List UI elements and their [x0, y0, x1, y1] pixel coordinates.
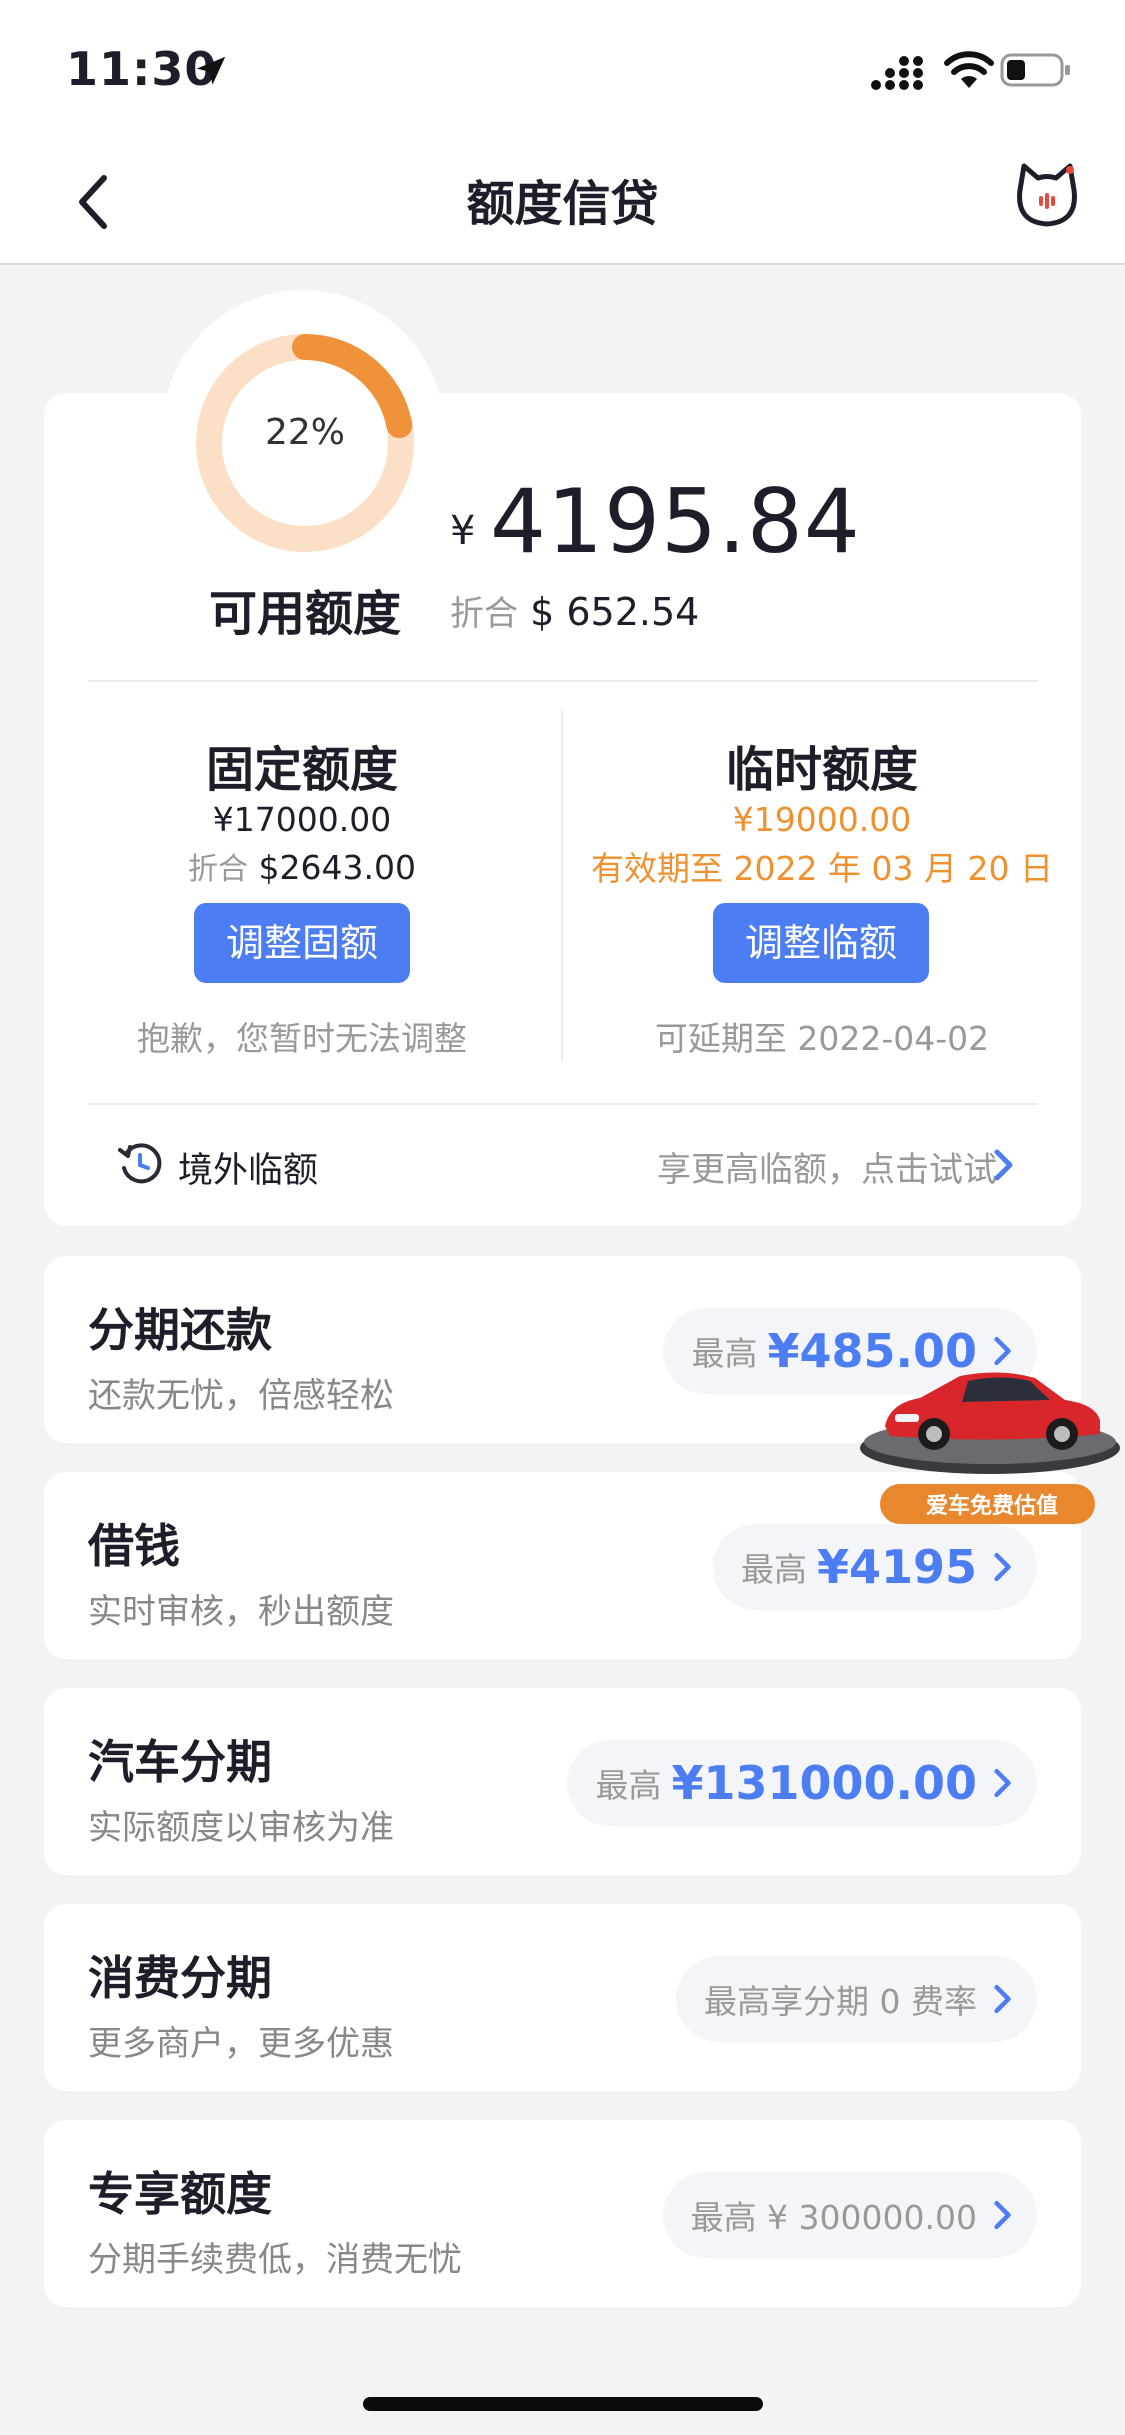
chevron-right-icon	[994, 1552, 1011, 1582]
pill-value: ¥4195	[816, 1540, 977, 1594]
available-approx: 折合 $ 652.54	[450, 586, 699, 635]
mascot-assistant-icon[interactable]	[1012, 160, 1082, 230]
status-bar: 11:30	[0, 0, 1125, 140]
product-row-exclusive-quota[interactable]: 专享额度 分期手续费低，消费无忧 最高 ¥ 300000.00	[44, 2120, 1081, 2307]
currency-symbol: ¥	[450, 508, 476, 554]
row-title: 汽车分期	[88, 1735, 272, 1789]
fixed-quota-approx: 折合 $2643.00	[62, 844, 542, 888]
row-subtitle: 实时审核，秒出额度	[88, 1592, 394, 1632]
chevron-right-icon	[994, 2200, 1011, 2230]
row-title: 专享额度	[88, 2167, 272, 2221]
temp-quota-validity: 有效期至 2022 年 03 月 20 日	[591, 849, 1053, 888]
overseas-clock-icon	[118, 1143, 162, 1184]
available-credit-label: 可用额度	[208, 586, 401, 642]
fixed-quota-title: 固定额度	[205, 742, 398, 798]
temp-quota-amount: ¥19000.00	[732, 800, 912, 839]
row-subtitle: 还款无忧，倍感轻松	[88, 1376, 394, 1416]
usage-percent: 22%	[264, 412, 345, 453]
row-title: 借钱	[88, 1519, 180, 1573]
limit-pill[interactable]: 最高 ¥131000.00	[567, 1740, 1037, 1826]
row-title: 分期还款	[88, 1303, 272, 1357]
divider	[88, 680, 1038, 682]
row-subtitle: 实际额度以审核为准	[88, 1808, 394, 1848]
cellular-signal-icon	[871, 56, 923, 90]
available-amount: 4195.84	[490, 470, 861, 573]
battery-icon	[1000, 53, 1070, 87]
fixed-quota-amount: ¥17000.00	[212, 800, 392, 839]
approx-usd: $ 652.54	[530, 590, 700, 634]
adjust-temp-button[interactable]: 调整临额	[713, 903, 929, 983]
limit-pill[interactable]: 最高享分期 0 费率	[676, 1956, 1037, 2042]
limit-pill[interactable]: 最高 ¥ 300000.00	[662, 2172, 1037, 2258]
temp-quota-note: 可延期至 2022-04-02	[654, 1019, 990, 1058]
chevron-right-icon	[994, 1984, 1011, 2014]
adjust-fixed-button[interactable]: 调整固额	[194, 903, 410, 983]
car-valuation-label[interactable]: 爱车免费估值	[895, 1488, 1089, 1520]
row-title: 消费分期	[88, 1951, 272, 2005]
row-subtitle: 更多商户，更多优惠	[88, 2024, 394, 2064]
overseas-quota-label[interactable]: 境外临额	[178, 1142, 318, 1193]
pill-text: 最高享分期 0 费率	[704, 1982, 977, 2021]
home-indicator[interactable]	[363, 2397, 763, 2411]
overseas-quota-hint[interactable]: 享更高临额，点击试试	[657, 1142, 997, 1191]
approx-prefix: 折合	[450, 594, 518, 634]
limit-pill[interactable]: 最高 ¥4195	[712, 1524, 1037, 1610]
location-arrow-icon	[196, 56, 226, 85]
column-divider	[561, 710, 563, 1060]
chevron-right-icon[interactable]	[993, 1148, 1015, 1182]
wifi-icon	[944, 51, 994, 88]
pill-value: ¥131000.00	[671, 1756, 977, 1810]
chevron-right-icon	[994, 1768, 1011, 1798]
temp-quota-title: 临时额度	[725, 742, 918, 798]
nav-bar: 额度信贷	[0, 140, 1125, 265]
pill-text: 最高 ¥ 300000.00	[690, 2198, 977, 2237]
fixed-quota-note: 抱歉，您暂时无法调整	[137, 1019, 467, 1058]
pill-prefix: 最高	[595, 1766, 662, 1805]
product-row-consumer-installment[interactable]: 消费分期 更多商户，更多优惠 最高享分期 0 费率	[44, 1904, 1081, 2091]
divider	[88, 1103, 1038, 1105]
approx-prefix: 折合	[188, 852, 249, 887]
product-row-car-installment[interactable]: 汽车分期 实际额度以审核为准 最高 ¥131000.00	[44, 1688, 1081, 1875]
page-title: 额度信贷	[466, 176, 659, 232]
pill-prefix: 最高	[740, 1550, 807, 1589]
row-subtitle: 分期手续费低，消费无忧	[88, 2240, 462, 2280]
fixed-approx-usd: $2643.00	[258, 848, 416, 887]
pill-prefix: 最高	[691, 1334, 758, 1373]
